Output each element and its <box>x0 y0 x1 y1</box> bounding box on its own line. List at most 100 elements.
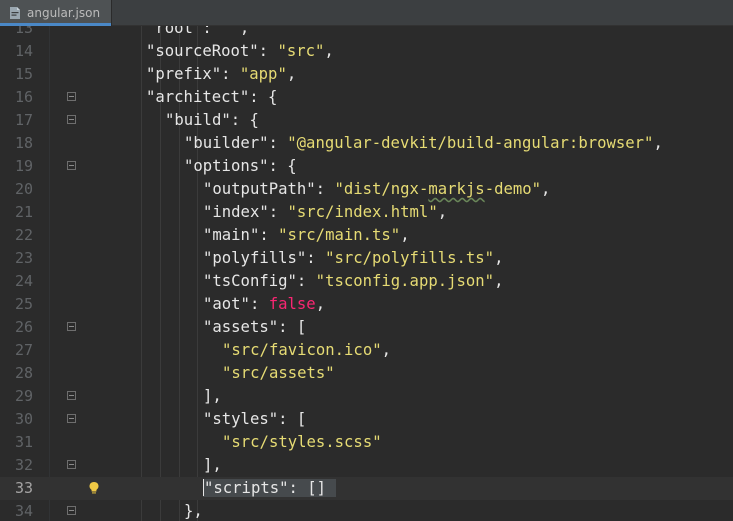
code-line[interactable]: 19 "options": { <box>0 155 733 178</box>
code-line[interactable]: 31 "src/styles.scss" <box>0 431 733 454</box>
line-number: 13 <box>14 26 33 37</box>
json-punctuation: , <box>653 134 663 152</box>
tab-angular-json[interactable]: angular.json <box>0 0 112 26</box>
json-file-icon <box>10 7 20 19</box>
line-number: 15 <box>14 65 33 83</box>
line-number: 25 <box>14 295 33 313</box>
code-line[interactable]: 17 "build": { <box>0 109 733 132</box>
json-string: "app" <box>239 65 287 83</box>
lightbulb-icon[interactable] <box>88 481 100 495</box>
code-line[interactable]: 30 "styles": [ <box>0 408 733 431</box>
code-line[interactable]: 29], <box>0 385 733 408</box>
json-punctuation: : { <box>230 111 259 129</box>
json-punctuation: ], <box>203 456 222 474</box>
selection-highlight: "scripts": [] <box>203 479 337 497</box>
code-text: ], <box>203 385 222 408</box>
code-line[interactable]: 23 "polyfills": "src/polyfills.ts", <box>0 247 733 270</box>
json-key: "polyfills" <box>203 249 307 267</box>
code-line[interactable]: 14 "sourceRoot": "src", <box>0 40 733 63</box>
line-number: 19 <box>14 157 33 175</box>
line-number: 23 <box>14 249 33 267</box>
json-string: "src/polyfills.ts" <box>325 249 495 267</box>
json-string: markjs <box>428 180 485 198</box>
code-line[interactable]: 20 "outputPath": "dist/ngx-markjs-demo", <box>0 178 733 201</box>
code-line[interactable]: 28 "src/assets" <box>0 362 733 385</box>
json-boolean: false <box>268 295 316 313</box>
json-punctuation: : <box>258 42 278 60</box>
json-key: "assets" <box>203 318 279 336</box>
fold-marker-icon[interactable] <box>67 161 76 170</box>
json-key: "build" <box>165 111 231 129</box>
code-text: "builder": "@angular-devkit/build-angula… <box>184 132 663 155</box>
fold-marker-icon[interactable] <box>67 506 76 515</box>
json-punctuation: : <box>268 134 288 152</box>
fold-marker-icon[interactable] <box>67 115 76 124</box>
json-key: "outputPath" <box>203 180 316 198</box>
code-editor[interactable]: 13 "root": "", 14 "sourceRoot": "src", 15 "pr… <box>0 26 733 521</box>
json-punctuation: , <box>286 65 297 83</box>
code-line[interactable]: 18 "builder": "@angular-devkit/build-angu… <box>0 132 733 155</box>
code-line[interactable]: 13 "root": "", <box>0 26 733 40</box>
code-text: "src/styles.scss" <box>222 431 382 454</box>
json-string: "tsconfig.app.json" <box>315 272 495 290</box>
json-key: "architect" <box>146 88 250 106</box>
line-number: 22 <box>14 226 33 244</box>
line-number: 20 <box>14 180 33 198</box>
fold-marker-icon[interactable] <box>67 322 76 331</box>
code-text: "polyfills": "src/polyfills.ts", <box>203 247 503 270</box>
line-number: 31 <box>14 433 33 451</box>
code-text: "index": "src/index.html", <box>203 201 447 224</box>
json-punctuation: : "", <box>202 26 250 37</box>
json-key: "prefix" <box>146 65 222 83</box>
code-text: "scripts": [] <box>203 477 337 500</box>
tab-label: angular.json <box>27 6 101 20</box>
json-key: "sourceRoot" <box>146 42 259 60</box>
fold-marker-icon[interactable] <box>67 92 76 101</box>
json-punctuation: : { <box>268 157 297 175</box>
code-text: "build": { <box>165 109 259 132</box>
line-number: 30 <box>14 410 33 428</box>
code-text: ], <box>203 454 222 477</box>
code-line[interactable]: 27 "src/favicon.ico", <box>0 339 733 362</box>
code-text: "assets": [ <box>203 316 306 339</box>
fold-marker-icon[interactable] <box>67 460 76 469</box>
line-number: 28 <box>14 364 33 382</box>
json-key: "root" <box>146 26 203 37</box>
json-key: "tsConfig" <box>203 272 297 290</box>
code-line[interactable]: 24 "tsConfig": "tsconfig.app.json", <box>0 270 733 293</box>
json-string: "src/index.html" <box>287 203 438 221</box>
json-string: "dist/ngx- <box>334 180 429 198</box>
line-number: 26 <box>14 318 33 336</box>
code-line[interactable]: 15 "prefix": "app", <box>0 63 733 86</box>
code-line[interactable]: 25 "aot": false, <box>0 293 733 316</box>
code-line[interactable]: 21 "index": "src/index.html", <box>0 201 733 224</box>
code-text: "aot": false, <box>203 293 325 316</box>
code-line[interactable]: 32], <box>0 454 733 477</box>
json-punctuation: , <box>541 180 551 198</box>
json-string: "src/favicon.ico" <box>222 341 382 359</box>
json-punctuation: : <box>221 65 240 83</box>
json-key: "scripts" <box>204 479 289 497</box>
code-line[interactable]: 26 "assets": [ <box>0 316 733 339</box>
json-punctuation: , <box>437 203 448 221</box>
json-string: "src/styles.scss" <box>222 433 382 451</box>
json-punctuation: , <box>400 226 410 244</box>
code-text: "architect": { <box>146 86 277 109</box>
fold-marker-icon[interactable] <box>67 391 76 400</box>
fold-marker-icon[interactable] <box>67 414 76 423</box>
json-punctuation: : [] <box>288 479 327 497</box>
code-text: "options": { <box>184 155 297 178</box>
json-key: "builder" <box>184 134 269 152</box>
code-line[interactable]: 16 "architect": { <box>0 86 733 109</box>
line-number: 16 <box>14 88 33 106</box>
code-line[interactable]: 34}, <box>0 500 733 521</box>
code-line[interactable]: 33 "scripts": [] <box>0 477 733 500</box>
code-line[interactable]: 22 "main": "src/main.ts", <box>0 224 733 247</box>
json-string: "src/assets" <box>222 364 335 382</box>
json-punctuation: : [ <box>278 318 307 336</box>
json-punctuation: : [ <box>278 410 307 428</box>
line-number: 17 <box>14 111 33 129</box>
json-key: "styles" <box>203 410 279 428</box>
line-number: 34 <box>14 502 33 520</box>
json-string: -demo" <box>484 180 542 198</box>
